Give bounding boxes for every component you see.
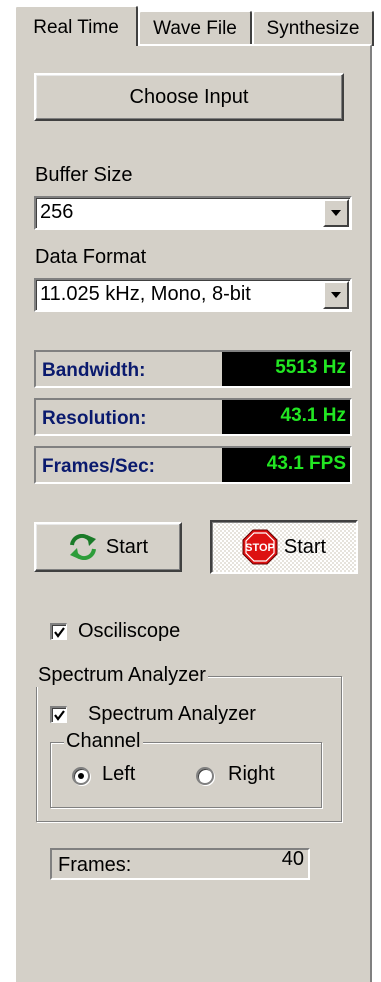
tab-synthesize-label: Synthesize	[266, 18, 360, 39]
bandwidth-label: Bandwidth:	[42, 360, 146, 381]
resolution-label: Resolution:	[42, 408, 147, 429]
stop-sign-icon: STOP	[242, 529, 278, 565]
channel-right-radio[interactable]	[196, 767, 214, 785]
oscilloscope-label: Osciliscope	[78, 620, 181, 642]
refresh-icon	[69, 534, 96, 560]
frames-per-sec-value: 43.1 FPS	[222, 448, 350, 482]
data-format-value: 11.025 kHz, Mono, 8-bit	[40, 283, 251, 305]
chevron-down-icon	[331, 292, 341, 298]
data-format-label: Data Format	[35, 246, 147, 268]
checkmark-icon	[54, 710, 65, 721]
spectrum-analyzer-checkbox-label: Spectrum Analyzer	[88, 703, 256, 725]
tab-wave-file-label: Wave File	[153, 18, 237, 39]
frames-per-sec-readout: Frames/Sec: 43.1 FPS	[34, 446, 352, 484]
data-format-dropdown-button[interactable]	[323, 281, 349, 309]
start-button-label: Start	[105, 535, 149, 558]
resolution-value: 43.1 Hz	[222, 400, 350, 434]
channel-left-radio[interactable]	[72, 767, 90, 785]
resolution-readout: Resolution: 43.1 Hz	[34, 398, 352, 436]
frames-per-sec-label: Frames/Sec:	[42, 456, 156, 477]
channel-group-title: Channel	[64, 730, 143, 753]
frames-value: 40	[281, 848, 304, 870]
choose-input-label: Choose Input	[129, 85, 249, 108]
choose-input-button[interactable]: Choose Input	[34, 73, 344, 121]
stop-button[interactable]: STOP Start	[210, 520, 358, 574]
buffer-size-value: 256	[40, 201, 74, 223]
buffer-size-label: Buffer Size	[35, 164, 133, 186]
buffer-size-select[interactable]: 256	[34, 196, 352, 230]
stop-button-label: Start	[283, 535, 327, 558]
tab-synthesize[interactable]: Synthesize	[252, 10, 374, 46]
start-button[interactable]: Start	[34, 522, 182, 572]
channel-right-label: Right	[228, 763, 275, 785]
data-format-select[interactable]: 11.025 kHz, Mono, 8-bit	[34, 278, 352, 312]
tab-real-time-label: Real Time	[33, 17, 119, 38]
frames-label: Frames:	[58, 854, 132, 876]
channel-left-label: Left	[102, 763, 136, 785]
spectrum-analyzer-checkbox[interactable]	[50, 706, 67, 723]
checkmark-icon	[54, 627, 65, 638]
buffer-size-dropdown-button[interactable]	[323, 199, 349, 227]
tab-wave-file[interactable]: Wave File	[138, 10, 252, 46]
chevron-down-icon	[331, 210, 341, 216]
radio-selected-dot	[78, 773, 84, 779]
spectrum-analyzer-group-title: Spectrum Analyzer	[36, 664, 208, 687]
stop-sign-text: STOP	[245, 542, 275, 554]
tab-real-time[interactable]: Real Time	[14, 5, 138, 46]
bandwidth-readout: Bandwidth: 5513 Hz	[34, 350, 352, 388]
bandwidth-value: 5513 Hz	[222, 352, 350, 386]
frames-status: Frames: 40	[50, 848, 310, 880]
oscilloscope-checkbox[interactable]	[50, 623, 67, 640]
